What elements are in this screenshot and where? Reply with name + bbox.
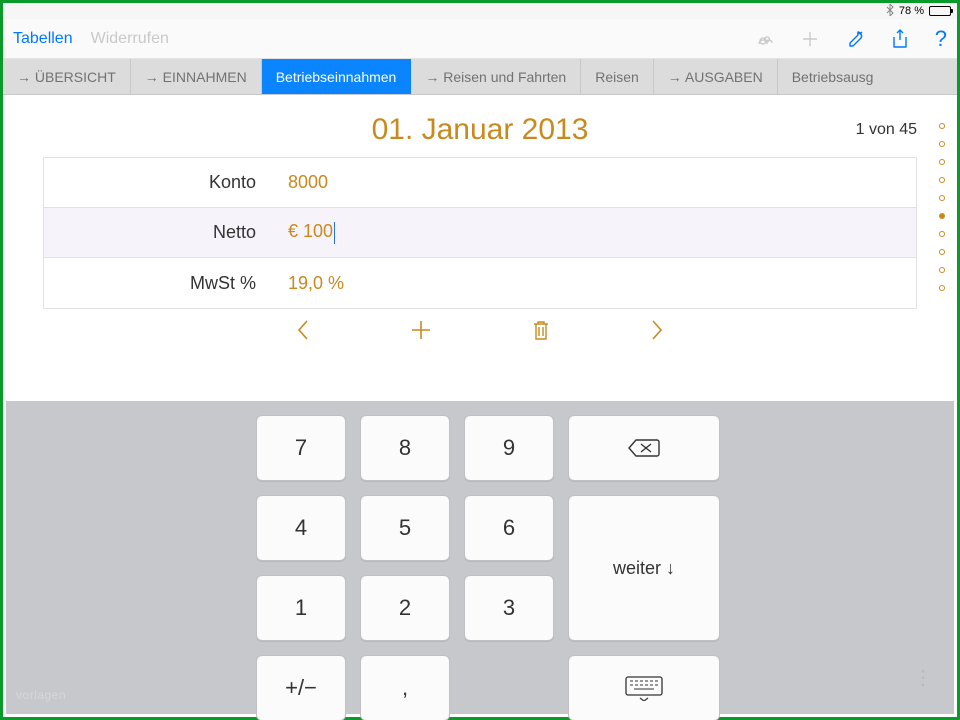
battery-icon [929, 6, 951, 16]
key-backspace[interactable] [568, 415, 720, 481]
add-record-button[interactable] [410, 319, 432, 341]
key-4[interactable]: 4 [256, 495, 346, 561]
wrench-icon[interactable] [845, 29, 865, 49]
numeric-keypad: 7 8 9 4 5 6 weiter ↓ 1 2 3 +/− , vorlage… [6, 401, 954, 714]
record-date: 01. Januar 2013 [372, 113, 589, 147]
netto-row[interactable]: Netto € 100 [44, 208, 916, 258]
plus-icon[interactable] [801, 30, 819, 48]
tab-bar: → ÜBERSICHT → EINNAHMEN Betriebseinnahme… [3, 59, 957, 95]
key-comma[interactable]: , [360, 655, 450, 720]
record-actions [3, 309, 957, 357]
toolbar: Tabellen Widerrufen ? [3, 19, 957, 59]
help-icon[interactable]: ? [935, 26, 947, 52]
mwst-value[interactable]: 19,0 % [274, 273, 344, 294]
netto-label: Netto [44, 222, 274, 243]
undo-button[interactable]: Widerrufen [91, 30, 169, 48]
key-3[interactable]: 3 [464, 575, 554, 641]
prev-record-button[interactable] [296, 319, 310, 341]
status-bar: 78 % [3, 3, 957, 19]
key-7[interactable]: 7 [256, 415, 346, 481]
key-6[interactable]: 6 [464, 495, 554, 561]
tab-reisen-fahrten[interactable]: → Reisen und Fahrten [411, 59, 581, 94]
mwst-label: MwSt % [44, 273, 274, 294]
tab-reisen[interactable]: Reisen [581, 59, 654, 94]
bluetooth-icon [886, 4, 894, 19]
tab-einnahmen[interactable]: → EINNAHMEN [131, 59, 262, 94]
share-icon[interactable] [891, 29, 909, 49]
battery-percent: 78 % [899, 5, 924, 17]
konto-row[interactable]: Konto 8000 [44, 158, 916, 208]
entry-form: Konto 8000 Netto € 100 MwSt % 19,0 % [43, 157, 917, 309]
key-plusminus[interactable]: +/− [256, 655, 346, 720]
mwst-row[interactable]: MwSt % 19,0 % [44, 258, 916, 308]
watermark: vorlagen [16, 688, 66, 702]
key-5[interactable]: 5 [360, 495, 450, 561]
key-next[interactable]: weiter ↓ [568, 495, 720, 641]
key-9[interactable]: 9 [464, 415, 554, 481]
tab-uebersicht[interactable]: → ÜBERSICHT [3, 59, 131, 94]
key-hide-keyboard[interactable] [568, 655, 720, 720]
netto-value[interactable]: € 100 [274, 221, 335, 243]
share-users-icon[interactable] [755, 29, 775, 49]
text-cursor [334, 222, 335, 244]
key-1[interactable]: 1 [256, 575, 346, 641]
scroll-indicator [939, 123, 945, 291]
next-record-button[interactable] [650, 319, 664, 341]
more-menu[interactable]: ⋮ [913, 665, 936, 690]
record-count: 1 von 45 [856, 121, 917, 139]
key-2[interactable]: 2 [360, 575, 450, 641]
konto-value[interactable]: 8000 [274, 172, 328, 193]
tab-betriebseinnahmen[interactable]: Betriebseinnahmen [262, 59, 412, 94]
delete-record-button[interactable] [532, 319, 550, 341]
tab-ausgaben[interactable]: → AUSGABEN [654, 59, 778, 94]
tab-betriebsausgaben[interactable]: Betriebsausg [778, 59, 888, 94]
record-header: 01. Januar 2013 1 von 45 [3, 95, 957, 155]
key-8[interactable]: 8 [360, 415, 450, 481]
tables-button[interactable]: Tabellen [13, 30, 73, 48]
konto-label: Konto [44, 172, 274, 193]
